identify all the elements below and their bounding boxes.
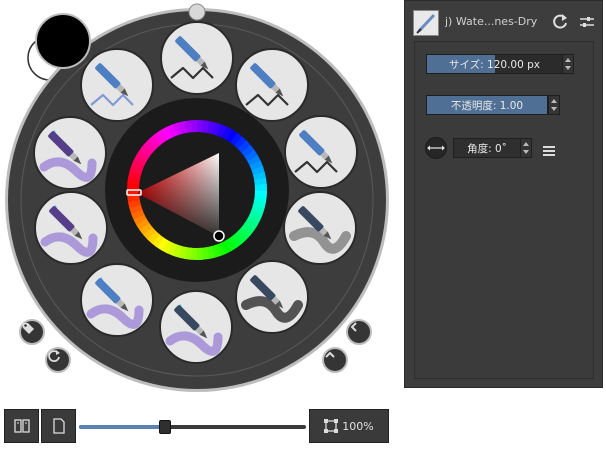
- brush-preset-icon: [416, 13, 436, 34]
- brush-settings-button[interactable]: [577, 12, 597, 32]
- size-slider[interactable]: サイズ: 120.00 px: [426, 54, 563, 74]
- brush-preset-marker-light[interactable]: [283, 191, 357, 265]
- book-icon: [13, 419, 30, 433]
- zoom-reset-button[interactable]: 100%: [309, 409, 389, 443]
- angle-label: 角度: 0˚: [467, 143, 507, 155]
- opacity-slider[interactable]: 不透明度: 1.00: [426, 95, 548, 115]
- brush-preset-pencil-hard[interactable]: [160, 21, 234, 95]
- zoom-slider-fill: [79, 425, 166, 429]
- pin-button[interactable]: [322, 347, 348, 373]
- tag-button[interactable]: [19, 319, 45, 345]
- sliders-icon: [580, 17, 594, 27]
- angle-dial[interactable]: [425, 137, 447, 159]
- brush-preset-palette-knife[interactable]: 💧: [80, 263, 154, 337]
- brush-preset-marker-dark[interactable]: [235, 260, 309, 334]
- brush-preset-fan-brush[interactable]: 💧: [33, 116, 107, 190]
- reload-icon: [553, 14, 567, 29]
- reload-preset-button[interactable]: [550, 12, 570, 32]
- fit-frame-icon: [324, 419, 339, 433]
- brush-options-panel: j) Wate...nes-Dry サイズ: 120.00 px 不透明度: 1…: [404, 0, 603, 388]
- chevron-up-icon: [325, 351, 335, 358]
- brush-preset-ink-pen[interactable]: [284, 115, 358, 189]
- refresh-icon: [48, 350, 60, 362]
- panel-header: j) Wate...nes-Dry: [413, 9, 598, 37]
- color-cursor[interactable]: [213, 230, 225, 242]
- brush-preset-airbrush[interactable]: [80, 48, 154, 122]
- brush-preset-name: j) Wate...nes-Dry: [445, 15, 538, 28]
- document-icon: [52, 418, 65, 434]
- brush-preset-wet-marker[interactable]: 💧: [159, 290, 233, 364]
- angle-input[interactable]: 角度: 0˚: [453, 138, 521, 158]
- brush-preset-round-brush[interactable]: 💧: [34, 191, 108, 265]
- size-spinner[interactable]: [562, 54, 574, 74]
- clear-history-button[interactable]: [45, 347, 71, 373]
- brush-preset-pencil-soft[interactable]: [235, 48, 309, 122]
- opacity-slider-label: 不透明度: 1.00: [450, 100, 524, 112]
- zoom-level: 100%: [342, 419, 374, 433]
- brush-options-body: サイズ: 120.00 px 不透明度: 1.00 角度: 0˚: [414, 41, 594, 379]
- size-slider-label: サイズ: 120.00 px: [448, 59, 541, 71]
- foreground-color-swatch[interactable]: [35, 13, 91, 69]
- tag-icon: [22, 323, 34, 334]
- zoom-slider[interactable]: [79, 425, 306, 429]
- canvas-only-button[interactable]: [41, 409, 76, 443]
- menu-icon: [543, 146, 555, 156]
- angle-indicator-icon: [427, 145, 445, 151]
- zoom-slider-handle[interactable]: [159, 420, 172, 434]
- chevron-left-icon: [350, 322, 357, 332]
- wraparound-button[interactable]: [4, 409, 39, 443]
- angle-spinner[interactable]: [520, 138, 532, 158]
- collapse-button[interactable]: [346, 319, 372, 345]
- angle-menu-button[interactable]: [543, 142, 555, 156]
- rotate-handle[interactable]: [188, 3, 206, 21]
- popup-palette: 💧💧💧💧: [0, 0, 400, 395]
- opacity-spinner[interactable]: [548, 95, 560, 115]
- brush-preset-thumbnail[interactable]: [413, 10, 439, 36]
